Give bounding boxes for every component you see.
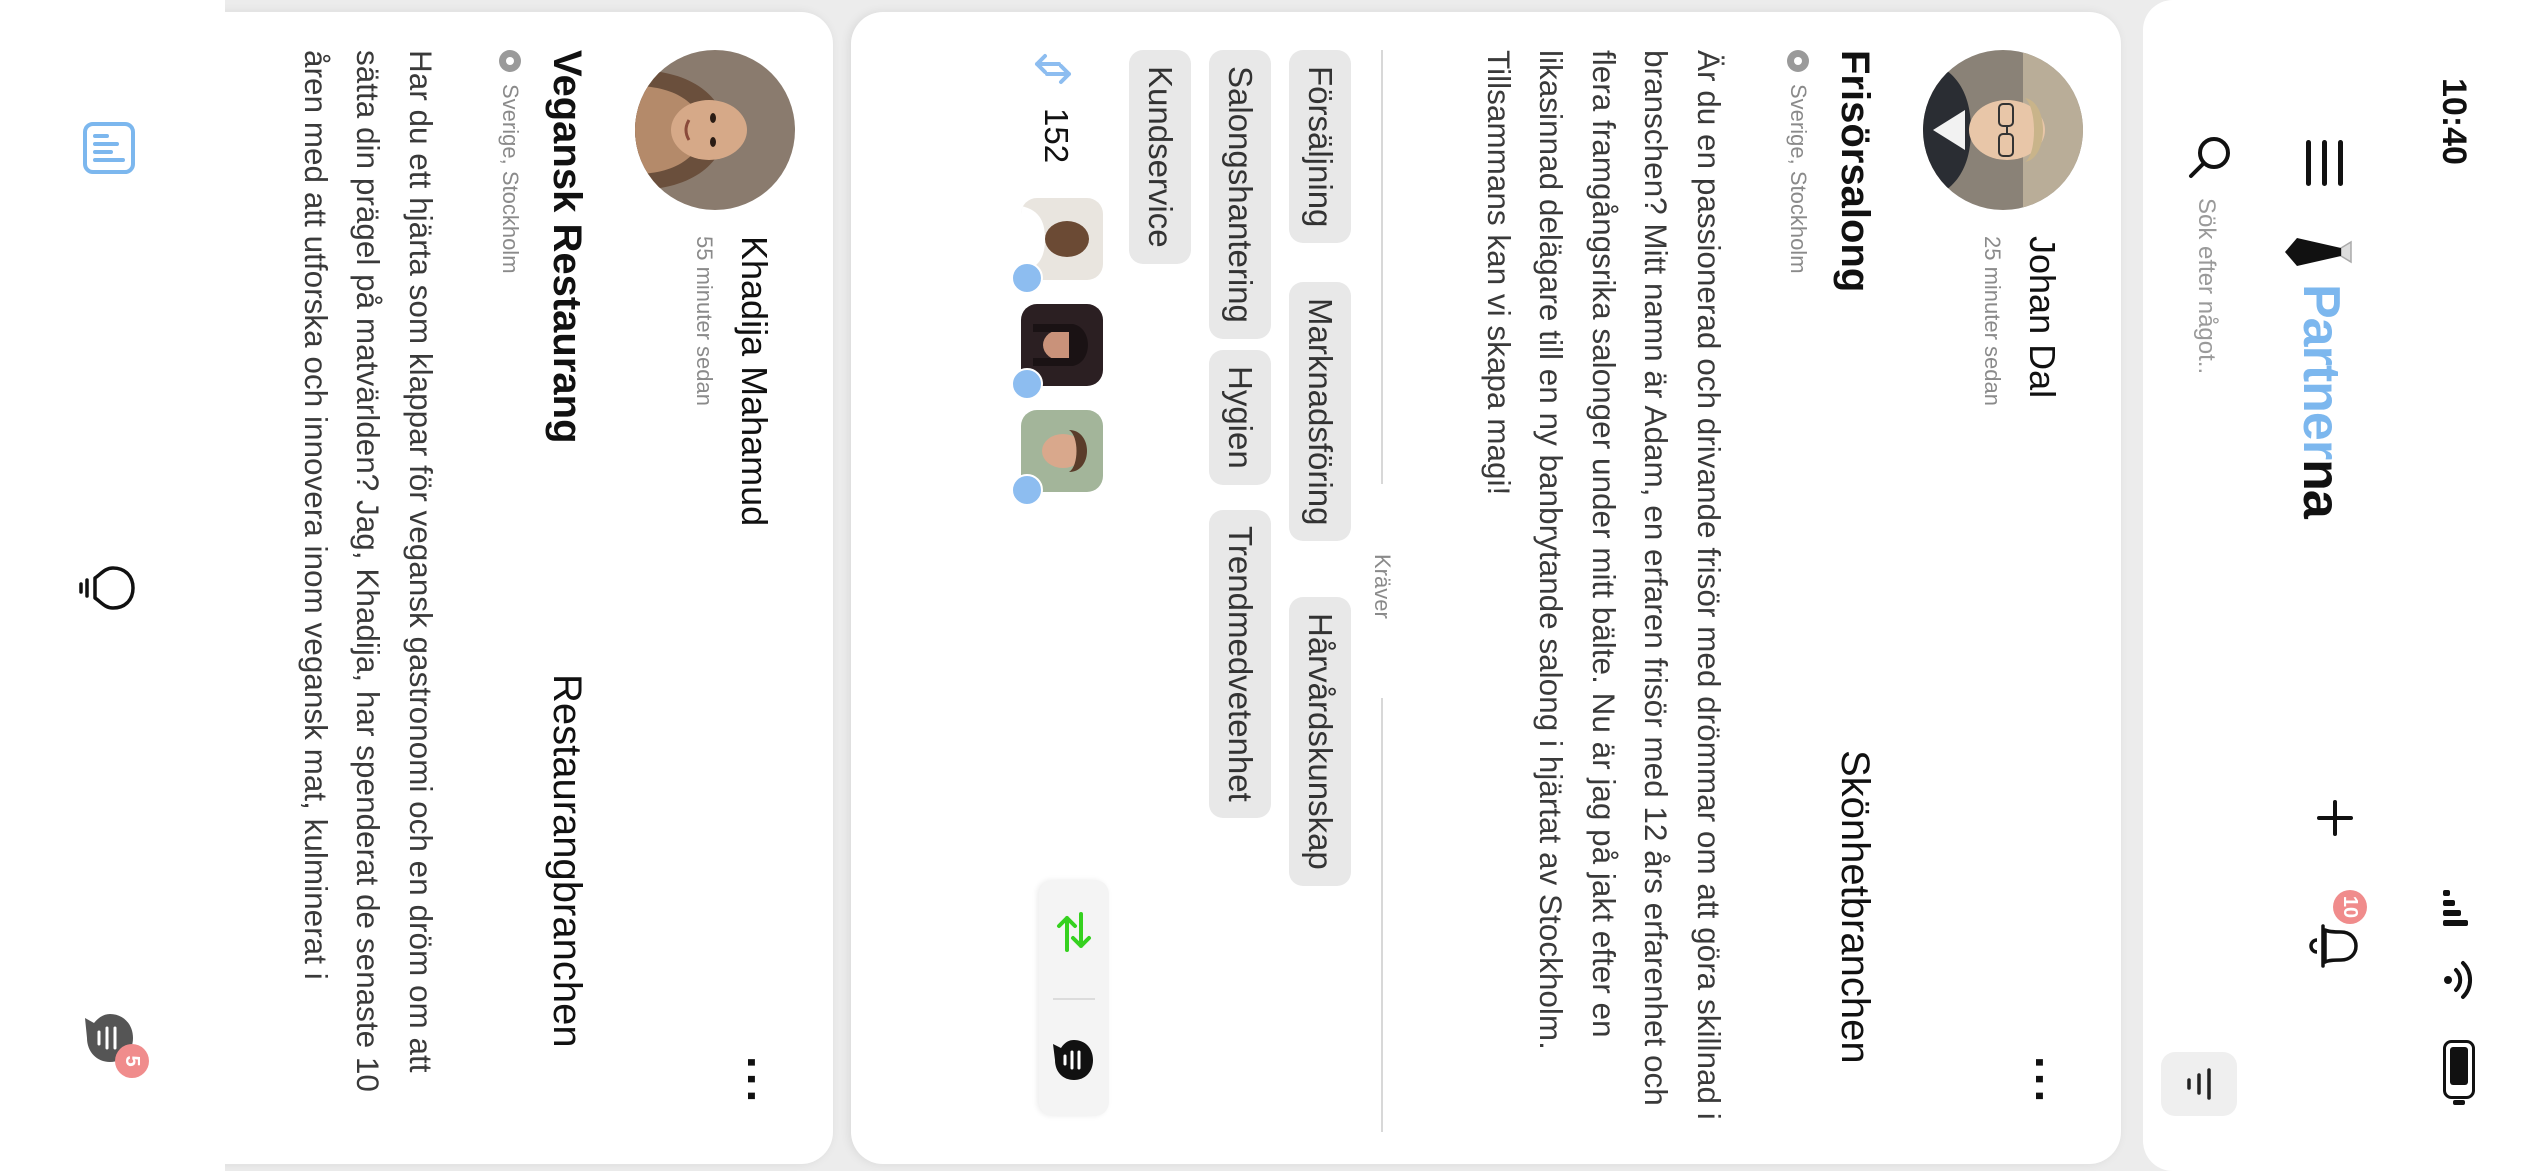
filter-button[interactable] xyxy=(2161,1052,2237,1116)
post-title: Vegansk Restaurang xyxy=(545,50,589,444)
location-text: Sverige, Stockholm xyxy=(1786,84,1811,274)
location-text: Sverige, Stockholm xyxy=(498,84,523,274)
author-name[interactable]: Johan Dal xyxy=(2021,236,2063,398)
menu-button[interactable] xyxy=(2295,140,2343,186)
action-divider xyxy=(1053,998,1095,1000)
verified-badge-icon xyxy=(1011,474,1043,506)
location-pin-icon xyxy=(499,50,521,72)
chat-icon[interactable] xyxy=(1044,1036,1097,1084)
wifi-icon xyxy=(2438,960,2475,1000)
app-logo: Partnerna xyxy=(2291,284,2351,518)
logo-part-2: na xyxy=(2292,459,2350,518)
search-icon[interactable] xyxy=(2182,134,2233,180)
bottom-nav: 5 xyxy=(0,0,225,1171)
search-input[interactable] xyxy=(2187,196,2225,720)
status-time: 10:40 xyxy=(2435,78,2473,165)
swap-green-icon[interactable] xyxy=(1046,906,1097,958)
post-card[interactable]: Johan Dal 25 minuter sedan ... Frisörsal… xyxy=(851,12,2121,1164)
skill-tag: Hygien xyxy=(1209,350,1271,485)
logo-part-1: Partner xyxy=(2292,284,2350,460)
signal-icon xyxy=(2443,890,2471,926)
plus-icon[interactable] xyxy=(2310,798,2355,838)
post-description: Är du en passionerad och drivande frisör… xyxy=(1481,50,1727,1120)
skill-tag: Marknadsföring xyxy=(1289,282,1351,542)
notification-badge: 10 xyxy=(2333,890,2367,924)
skill-tag: Salongshantering xyxy=(1209,50,1271,339)
post-industry: Restaurangbranchen xyxy=(545,674,589,1048)
interest-count: 152 xyxy=(1038,108,1075,164)
verified-badge-icon xyxy=(1011,368,1043,400)
location-pin-icon xyxy=(1787,50,1809,72)
skill-tag: Försäljning xyxy=(1289,50,1351,244)
nav-feed-icon[interactable] xyxy=(76,120,137,176)
post-title: Frisörsalong xyxy=(1833,50,1877,293)
app-screen: 10:40 Partnerna 10 Sök efter något.. Joh… xyxy=(0,0,2533,1171)
post-industry: Skönhetbranchen xyxy=(1833,750,1877,1064)
notification-bell-icon[interactable] xyxy=(2304,920,2365,972)
post-time: 25 minuter sedan xyxy=(1980,236,2005,406)
swap-icon[interactable] xyxy=(1028,50,1073,88)
author-avatar[interactable] xyxy=(635,50,795,210)
author-avatar[interactable] xyxy=(1923,50,2083,210)
battery-icon xyxy=(2438,1040,2475,1106)
app-header: 10:40 Partnerna 10 Sök efter något.. xyxy=(2143,0,2533,1171)
tie-logo-icon xyxy=(2278,232,2353,272)
skill-tag: Hårvårdskunskap xyxy=(1289,597,1351,886)
post-time: 55 minuter sedan xyxy=(692,236,717,406)
messages-badge: 5 xyxy=(115,1044,149,1078)
nav-ideas-icon[interactable] xyxy=(72,564,137,612)
action-bar xyxy=(1039,880,1109,1116)
divider-right xyxy=(1381,698,1383,1132)
post-location: Sverige, Stockholm xyxy=(497,50,523,274)
verified-badge-icon xyxy=(1011,262,1043,294)
skill-tag: Kundservice xyxy=(1129,50,1191,264)
requires-label: Kräver xyxy=(1370,554,1395,619)
divider-left xyxy=(1381,50,1383,484)
post-description: Har du ett hjärta som klappar för vegans… xyxy=(298,50,439,1092)
post-location: Sverige, Stockholm xyxy=(1785,50,1811,274)
skill-tag: Trendmedvetenhet xyxy=(1209,510,1271,818)
more-options-button[interactable]: ... xyxy=(2025,1056,2079,1106)
author-name[interactable]: Khadija Mahamud xyxy=(733,236,775,526)
more-options-button[interactable]: ... xyxy=(737,1056,791,1106)
